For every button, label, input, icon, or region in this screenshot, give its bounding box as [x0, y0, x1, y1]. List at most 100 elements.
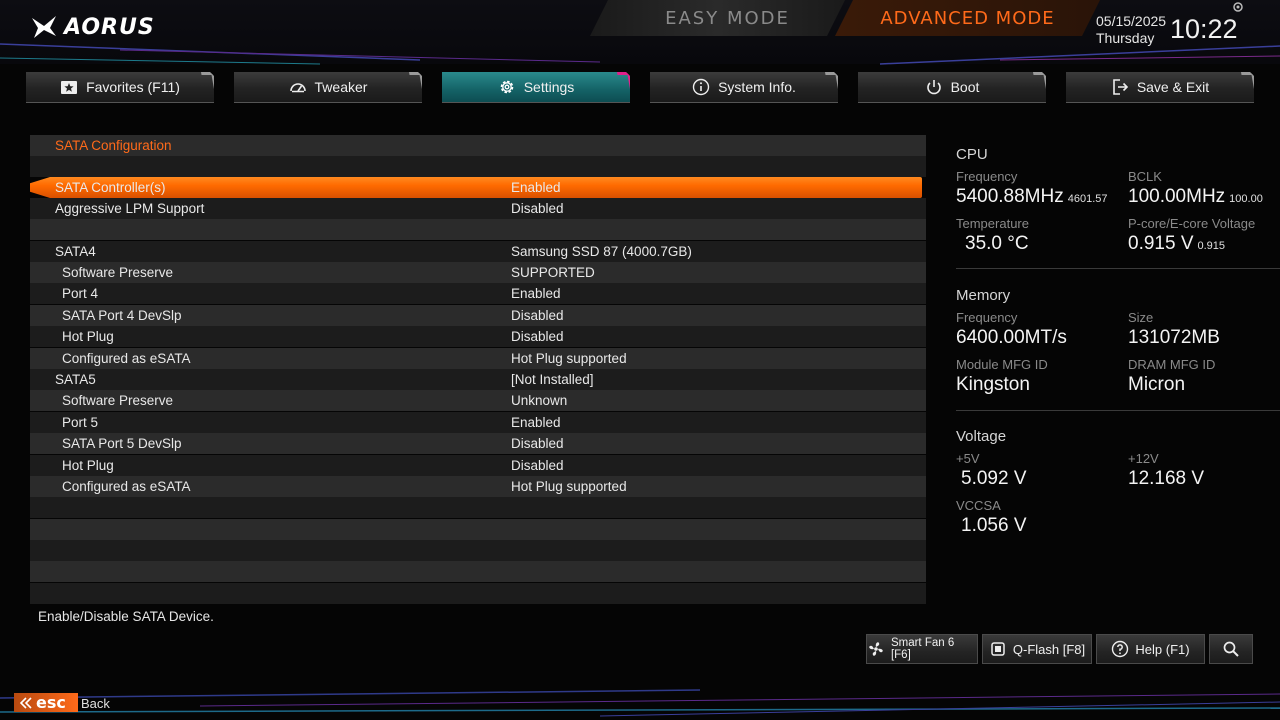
gear-icon	[498, 78, 516, 96]
bclk-label: BCLK	[1128, 169, 1162, 184]
memory-size-label: Size	[1128, 310, 1154, 325]
tab-label: Boot	[950, 79, 980, 95]
v5-label: +5V	[956, 451, 980, 466]
tab-system-info[interactable]: System Info.	[650, 72, 838, 103]
cpu-frequency-sub: 4601.57	[1067, 193, 1108, 205]
setting-name: Hot Plug	[62, 329, 114, 344]
setting-value[interactable]: Disabled	[511, 433, 564, 454]
advanced-mode-button[interactable]: ADVANCED MODE	[835, 0, 1100, 36]
spacer-row	[30, 497, 926, 518]
core-voltage: 0.915 V	[1128, 233, 1194, 254]
v5-value: 5.092 V	[961, 468, 1027, 489]
memory-frequency-label: Frequency	[956, 310, 1018, 325]
setting-name: Port 5	[62, 415, 99, 430]
smart-fan-button[interactable]: Smart Fan 6 [F6]	[866, 634, 978, 664]
double-chevron-left-icon	[20, 696, 32, 709]
section-title: SATA Configuration	[55, 138, 172, 153]
top-header: AORUS EASY MODE ADVANCED MODE 05/15/2025…	[0, 0, 1280, 65]
divider	[956, 410, 1280, 411]
tab-tweaker[interactable]: Tweaker	[234, 72, 422, 103]
back-label: Back	[81, 696, 110, 711]
smart-fan-label: Smart Fan 6 [F6]	[890, 637, 955, 661]
core-voltage-value: 0.915 V 0.915	[1128, 233, 1225, 255]
setting-name: Aggressive LPM Support	[55, 201, 205, 216]
setting-name: Port 4	[62, 286, 99, 301]
decorative-lines	[0, 43, 1280, 65]
main-tabs: Favorites (F11) Tweaker Settings System …	[26, 72, 1254, 104]
tab-label: System Info.	[718, 79, 796, 95]
setting-value[interactable]: Enabled	[511, 283, 561, 304]
core-voltage-sub: 0.915	[1197, 240, 1226, 252]
help-label: Help (F1)	[1135, 641, 1190, 657]
setting-name: SATA4	[55, 244, 96, 259]
setting-value[interactable]: Disabled	[511, 455, 564, 476]
help-button[interactable]: Help (F1)	[1096, 634, 1205, 664]
setting-name: Hot Plug	[62, 458, 114, 473]
setting-row-sata4: SATA4 Samsung SSD 87 (4000.7GB)	[30, 241, 926, 262]
search-icon	[1223, 641, 1239, 657]
vccsa-value: 1.056 V	[961, 515, 1027, 536]
setting-value: Samsung SSD 87 (4000.7GB)	[511, 244, 692, 259]
spacer-row	[30, 519, 926, 540]
setting-row-hot-plug-4[interactable]: Hot Plug Disabled	[30, 326, 926, 347]
speedometer-icon	[289, 78, 307, 96]
date-display: 05/15/2025 Thursday	[1096, 13, 1166, 47]
decorative-lines	[0, 689, 1280, 717]
setting-value[interactable]: Enabled	[511, 177, 561, 198]
tab-favorites[interactable]: Favorites (F11)	[26, 72, 214, 103]
setting-value: Hot Plug supported	[511, 479, 627, 494]
setting-value[interactable]: Enabled	[511, 412, 561, 433]
temperature-value: 35.0 °C	[965, 233, 1029, 254]
power-icon	[925, 78, 943, 96]
help-description: Enable/Disable SATA Device.	[38, 609, 214, 624]
setting-row-sata-controllers[interactable]: SATA Controller(s) Enabled	[30, 177, 926, 198]
setting-row-sata5: SATA5 [Not Installed]	[30, 369, 926, 390]
voltage-section-title: Voltage	[956, 428, 1007, 445]
easy-mode-button[interactable]: EASY MODE	[590, 0, 845, 36]
cpu-frequency: 5400.88MHz	[956, 186, 1064, 207]
setting-row-hot-plug-5[interactable]: Hot Plug Disabled	[30, 455, 926, 476]
tab-save-exit[interactable]: Save & Exit	[1066, 72, 1254, 103]
setting-row-port4[interactable]: Port 4 Enabled	[30, 283, 926, 304]
module-mfg-value: Kingston	[956, 374, 1030, 395]
search-button[interactable]	[1209, 634, 1253, 664]
setting-name: SATA5	[55, 372, 96, 387]
esc-back-button[interactable]: esc	[14, 693, 78, 712]
date-text: 05/15/2025	[1096, 13, 1167, 29]
qflash-button[interactable]: Q-Flash [F8]	[982, 634, 1092, 664]
setting-row-aggressive-lpm[interactable]: Aggressive LPM Support Disabled	[30, 198, 926, 219]
falcon-icon	[32, 16, 56, 38]
setting-value: Unknown	[511, 393, 568, 408]
setting-value: Hot Plug supported	[511, 351, 627, 366]
chip-icon	[991, 642, 1005, 656]
setting-name: Software Preserve	[62, 265, 174, 280]
bclk: 100.00MHz	[1128, 186, 1226, 207]
setting-name: SATA Controller(s)	[55, 180, 166, 195]
setting-value: SUPPORTED	[511, 265, 595, 280]
dram-mfg-value: Micron	[1128, 374, 1186, 395]
setting-value[interactable]: Disabled	[511, 198, 564, 219]
setting-value[interactable]: Disabled	[511, 326, 564, 347]
setting-name: SATA Port 4 DevSlp	[62, 308, 182, 323]
setting-row-software-preserve-5: Software Preserve Unknown	[30, 390, 926, 411]
clock[interactable]: 10:22	[1170, 14, 1238, 45]
setting-row-port5[interactable]: Port 5 Enabled	[30, 412, 926, 433]
setting-name: SATA Port 5 DevSlp	[62, 436, 182, 451]
setting-row-port4-devslp[interactable]: SATA Port 4 DevSlp Disabled	[30, 305, 926, 326]
setting-value[interactable]: Disabled	[511, 305, 564, 326]
settings-gear-icon[interactable]	[1232, 1, 1244, 13]
tab-settings[interactable]: Settings	[442, 72, 630, 103]
setting-row-port5-devslp[interactable]: SATA Port 5 DevSlp Disabled	[30, 433, 926, 454]
setting-row-esata-5: Configured as eSATA Hot Plug supported	[30, 476, 926, 497]
cpu-frequency-label: Frequency	[956, 169, 1018, 184]
vccsa-label: VCCSA	[956, 498, 1001, 513]
spacer-row	[30, 561, 926, 582]
module-mfg-label: Module MFG ID	[956, 357, 1048, 372]
tab-boot[interactable]: Boot	[858, 72, 1046, 103]
tab-label: Save & Exit	[1136, 79, 1210, 95]
spacer-row	[30, 583, 926, 604]
setting-name: Software Preserve	[62, 393, 174, 408]
memory-frequency-value: 6400.00MT/s	[956, 327, 1067, 348]
star-folder-icon	[60, 78, 78, 96]
cpu-frequency-value: 5400.88MHz 4601.57	[956, 186, 1108, 208]
